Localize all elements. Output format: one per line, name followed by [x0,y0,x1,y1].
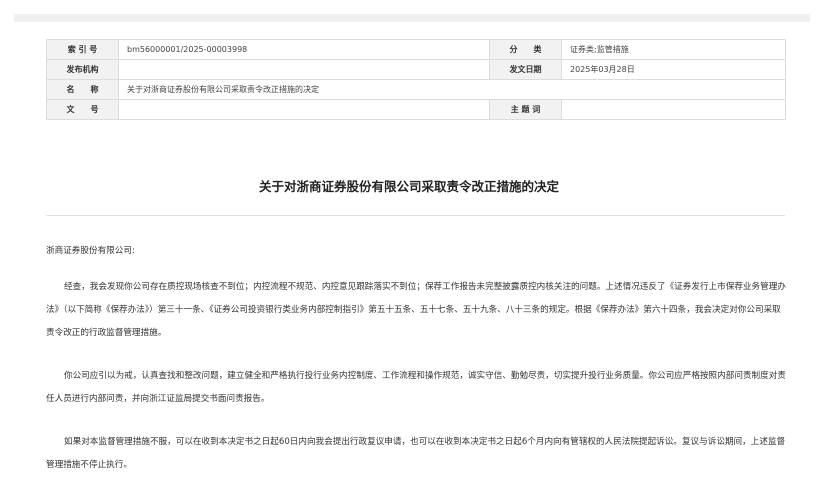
table-row: 发布机构 发文日期 2025年03月28日 [46,59,786,80]
date-label: 发文日期 [489,59,562,80]
salutation: 浙商证券股份有限公司: [46,246,135,256]
top-bar [14,14,810,22]
table-row: 名 称 关于对浙商证券股份有限公司采取责令改正措施的决定 [46,79,786,100]
paragraph-1: 经查，我会发现你公司存在质控现场核查不到位；内控流程不规范、内控意见跟踪落实不到… [46,282,786,338]
document-page: 索 引 号 bm56000001/2025-00003998 分 类 证券类;监… [0,0,818,496]
document-title: 关于对浙商证券股份有限公司采取责令改正措施的决定 [258,179,559,194]
name-label: 名 称 [46,79,119,100]
title-divider [46,215,785,216]
table-row: 文 号 主 题 词 [46,99,786,120]
date-value: 2025年03月28日 [561,59,786,80]
index-value: bm56000001/2025-00003998 [118,39,490,60]
table-row: 索 引 号 bm56000001/2025-00003998 分 类 证券类;监… [46,39,786,60]
category-value: 证券类;监管措施 [561,39,786,60]
paragraph-3: 如果对本监督管理措施不服，可以在收到本决定书之日起60日内向我会提出行政复议申请… [46,437,786,470]
subject-value [561,99,786,120]
issuer-label: 发布机构 [46,59,119,80]
subject-label: 主 题 词 [489,99,562,120]
index-label: 索 引 号 [46,39,119,60]
issuer-value [118,59,490,80]
docno-value [118,99,490,120]
paragraph-2: 你公司应引以为戒，认真查找和整改问题，建立健全和严格执行投行业务内控制度、工作流… [46,371,786,404]
name-value: 关于对浙商证券股份有限公司采取责令改正措施的决定 [118,79,786,100]
category-label: 分 类 [489,39,562,60]
metadata-table: 索 引 号 bm56000001/2025-00003998 分 类 证券类;监… [46,39,786,120]
docno-label: 文 号 [46,99,119,120]
